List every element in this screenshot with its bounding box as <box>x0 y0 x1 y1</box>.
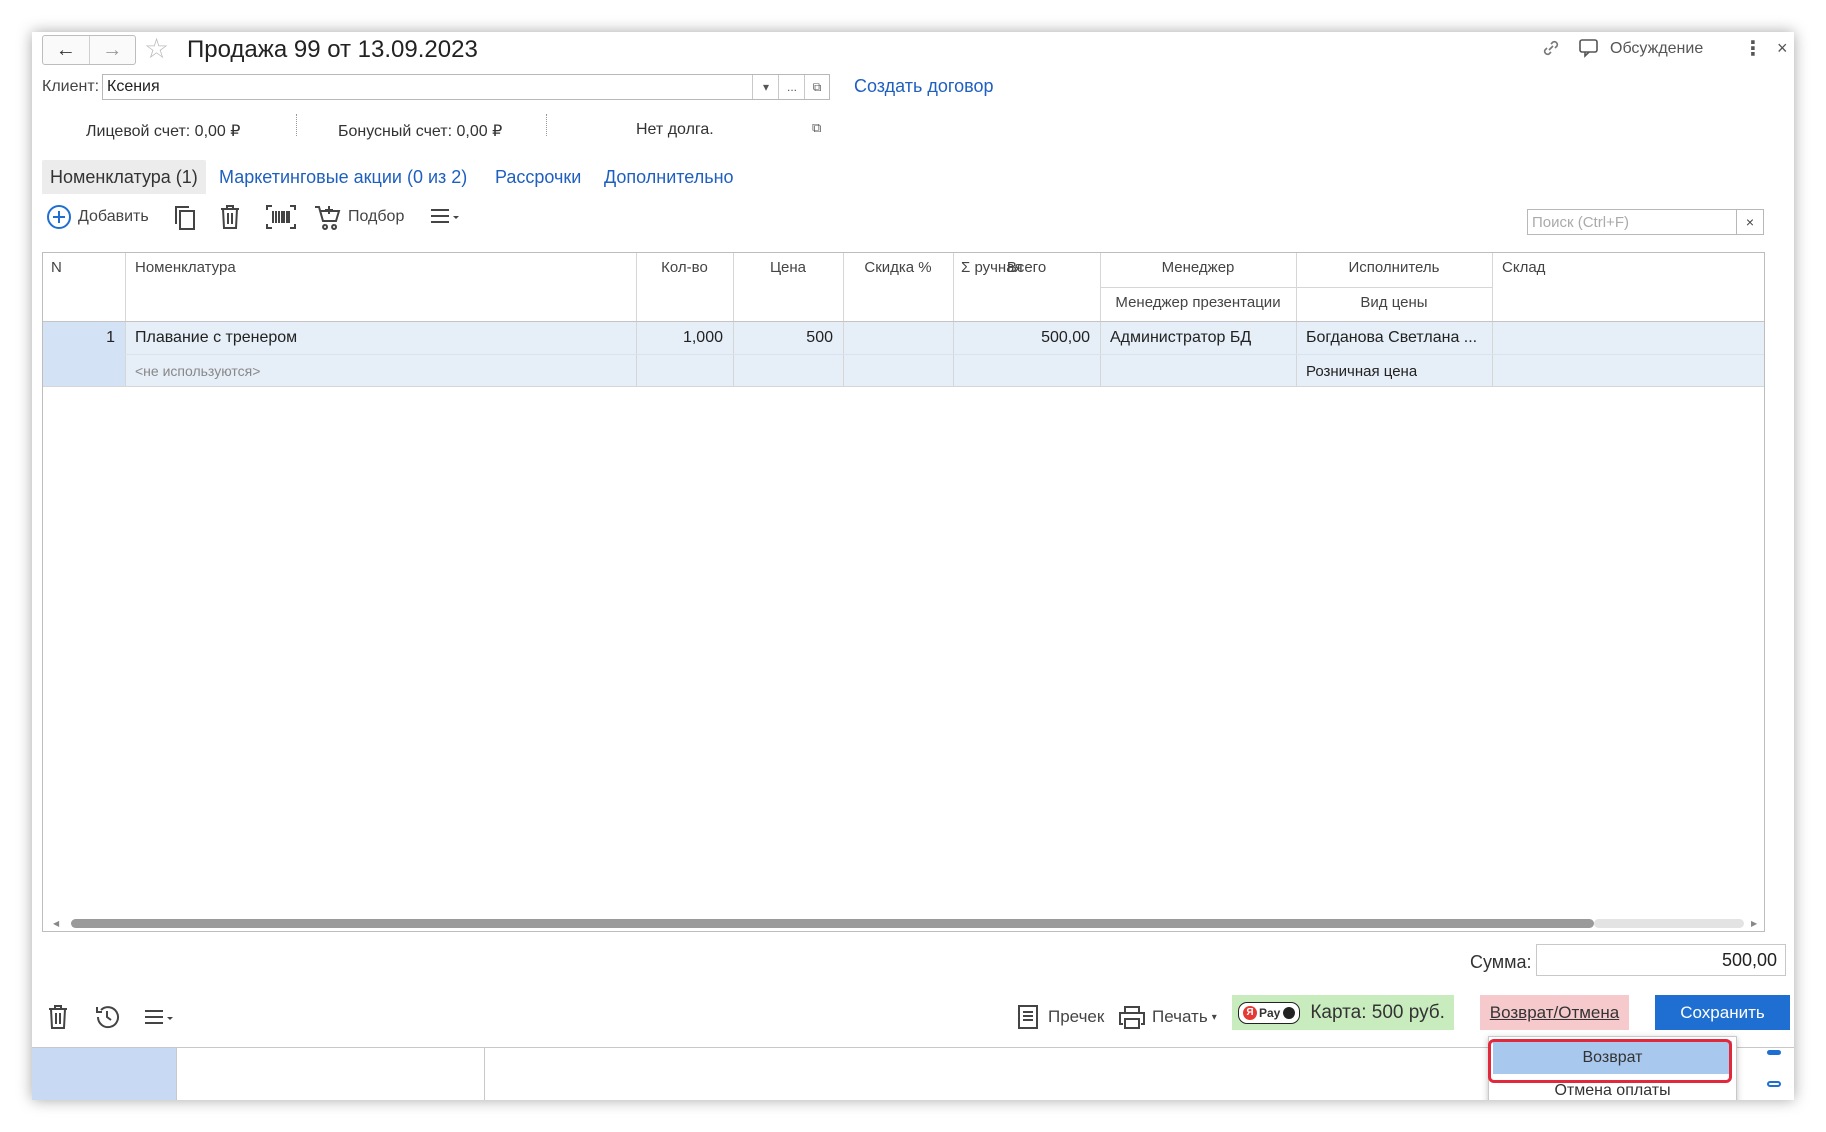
row-executor: Богданова Светлана ... <box>1306 329 1478 346</box>
client-field[interactable]: Ксения ▾ ... ⧉ <box>102 74 830 100</box>
scrollbar-track <box>1594 919 1744 928</box>
cart-icon <box>315 206 341 230</box>
col-header-warehouse[interactable]: Склад <box>1502 259 1545 276</box>
favorite-star-icon[interactable]: ☆ <box>144 32 169 65</box>
plus-circle-icon <box>47 205 71 229</box>
more-actions-icon[interactable] <box>142 1000 176 1034</box>
col-header-price-type[interactable]: Вид цены <box>1296 294 1492 311</box>
add-label: Добавить <box>78 208 149 225</box>
save-button[interactable]: Сохранить <box>1655 995 1790 1030</box>
search-placeholder: Поиск (Ctrl+F) <box>1532 214 1629 231</box>
row-price-type: Розничная цена <box>1306 363 1418 380</box>
page-title: Продажа 99 от 13.09.2023 <box>187 36 478 63</box>
card-label: Карта: 500 руб. <box>1310 1001 1445 1023</box>
discussion-icon[interactable] <box>1578 38 1600 63</box>
nav-buttons: ← → <box>42 35 136 65</box>
horizontal-scrollbar[interactable] <box>71 919 1594 928</box>
row-manager: Администратор БД <box>1110 329 1252 346</box>
sum-label: Сумма: <box>1470 952 1532 972</box>
tab-installments[interactable]: Рассрочки <box>487 160 589 194</box>
clear-search-icon[interactable]: × <box>1736 210 1763 234</box>
link-icon[interactable] <box>1540 37 1562 64</box>
scroll-left-icon[interactable]: ◀ <box>53 919 59 928</box>
table-row[interactable]: 1 Плавание с тренером <не используются> … <box>43 322 1764 387</box>
client-value: Ксения <box>107 78 160 95</box>
col-header-total[interactable]: Всего <box>953 259 1100 276</box>
col-header-executor[interactable]: Исполнитель <box>1296 259 1492 276</box>
ellipsis-icon[interactable]: ... <box>778 75 805 99</box>
col-header-manager-presentation[interactable]: Менеджер презентации <box>1100 294 1296 311</box>
row-total: 500,00 <box>1041 329 1090 346</box>
client-label: Клиент: <box>42 78 100 95</box>
forward-arrow-icon[interactable]: → <box>88 36 136 64</box>
col-header-qty[interactable]: Кол-во <box>636 259 733 276</box>
document-window: ← → ☆ Продажа 99 от 13.09.2023 Обсуждени… <box>32 32 1794 1100</box>
chevron-down-icon[interactable]: ▾ <box>752 75 779 99</box>
precheck-button[interactable]: Пречек <box>1016 1000 1104 1034</box>
open-external-icon[interactable]: ⧉ <box>804 75 829 99</box>
debt-status: Нет долга. <box>636 121 714 138</box>
history-icon[interactable] <box>93 1000 121 1034</box>
precheck-label: Пречек <box>1048 1007 1105 1026</box>
back-arrow-icon[interactable]: ← <box>43 36 89 64</box>
col-header-discount[interactable]: Скидка % <box>843 259 953 276</box>
card-payment-button[interactable]: Я Pay Карта: 500 руб. <box>1232 995 1454 1030</box>
delete-icon[interactable] <box>46 1000 70 1034</box>
row-number: 1 <box>106 329 115 346</box>
open-external-icon[interactable]: ⧉ <box>812 120 821 136</box>
discussion-button[interactable]: Обсуждение <box>1610 40 1703 58</box>
return-cancel-button[interactable]: Возврат/Отмена <box>1480 995 1629 1030</box>
items-table: N Номенклатура Кол-во Цена Скидка % Σ ру… <box>42 252 1765 932</box>
more-menu-icon[interactable]: ⋮ <box>1743 36 1763 61</box>
col-header-n[interactable]: N <box>51 259 62 276</box>
create-contract-link[interactable]: Создать договор <box>854 76 993 97</box>
row-price: 500 <box>806 329 833 346</box>
row-qty: 1,000 <box>682 329 723 346</box>
tab-additional[interactable]: Дополнительно <box>596 160 742 194</box>
delete-icon[interactable] <box>218 204 242 230</box>
col-header-manager[interactable]: Менеджер <box>1100 259 1296 276</box>
print-label: Печать <box>1152 1007 1208 1026</box>
printer-icon <box>1119 1006 1145 1029</box>
copy-icon[interactable] <box>171 204 199 232</box>
more-actions-icon[interactable] <box>428 204 462 228</box>
highlight-frame <box>1488 1039 1732 1083</box>
yandex-pay-icon: Я Pay <box>1238 1001 1301 1024</box>
tab-marketing[interactable]: Маркетинговые акции (0 из 2) <box>211 160 475 194</box>
barcode-icon[interactable] <box>265 204 297 230</box>
personal-account: Лицевой счет: 0,00 ₽ <box>86 123 241 140</box>
print-button[interactable]: Печать ▾ <box>1118 1000 1217 1034</box>
scroll-right-icon[interactable]: ▶ <box>1751 919 1757 928</box>
bonus-account: Бонусный счет: 0,00 ₽ <box>338 123 503 140</box>
menu-item-cancel-payment[interactable]: Отмена оплаты <box>1489 1082 1736 1100</box>
row-item: Плавание с тренером <box>135 329 298 346</box>
col-header-item[interactable]: Номенклатура <box>135 259 236 276</box>
select-button[interactable]: Подбор <box>314 204 404 230</box>
search-input[interactable]: Поиск (Ctrl+F) × <box>1527 209 1764 235</box>
col-header-price[interactable]: Цена <box>733 259 843 276</box>
receipt-icon <box>1018 1005 1038 1029</box>
select-label: Подбор <box>348 208 405 225</box>
tab-nomenclature[interactable]: Номенклатура (1) <box>42 160 206 194</box>
chevron-down-icon: ▾ <box>1211 1011 1217 1023</box>
sum-field: 500,00 <box>1536 944 1786 976</box>
divider <box>296 114 297 136</box>
add-button[interactable]: Добавить <box>46 204 149 230</box>
close-icon[interactable]: × <box>1777 38 1788 59</box>
row-item-sub: <не используются> <box>135 363 261 379</box>
divider <box>546 114 547 136</box>
